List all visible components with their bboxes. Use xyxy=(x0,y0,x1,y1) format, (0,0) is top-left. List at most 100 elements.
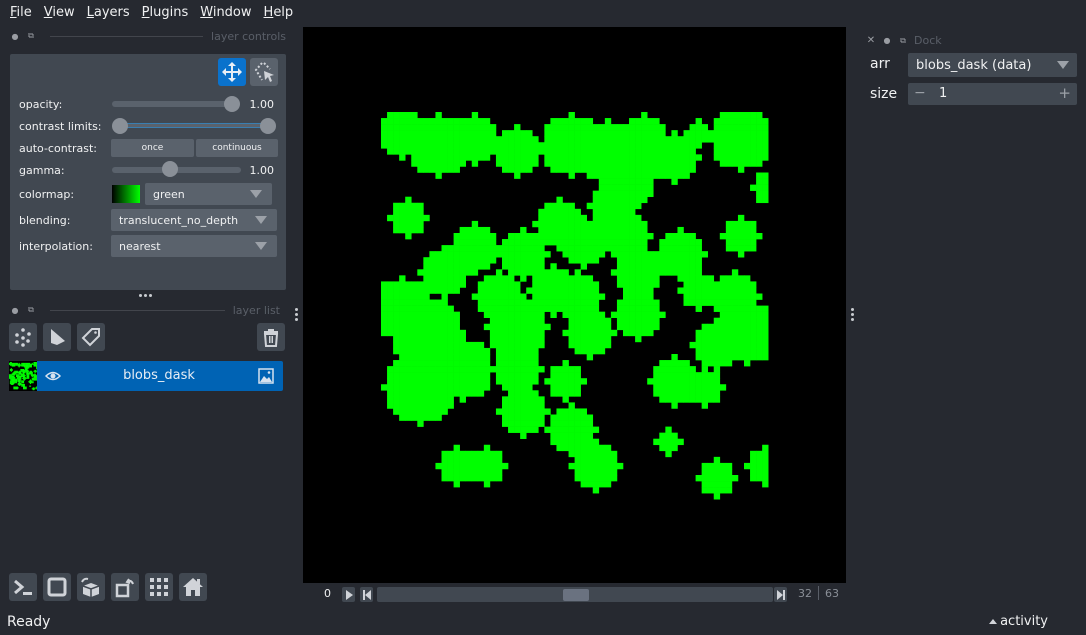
grid-view-button[interactable] xyxy=(145,573,173,601)
step-forward-button[interactable] xyxy=(774,587,787,602)
blob-pixel xyxy=(477,354,485,361)
blob-pixel xyxy=(441,166,448,173)
blob-pixel xyxy=(719,341,727,349)
blob-pixel xyxy=(574,311,581,318)
blob-pixel xyxy=(756,341,763,349)
blob-pixel xyxy=(635,281,642,288)
menu-help[interactable]: Help xyxy=(258,5,300,20)
blob-pixel xyxy=(502,366,509,373)
blob-pixel xyxy=(592,450,600,458)
blob-pixel xyxy=(671,130,678,137)
blob-pixel xyxy=(568,233,575,240)
interpolation-dropdown[interactable]: nearest xyxy=(111,235,277,257)
blob-pixel xyxy=(659,136,666,143)
blob-pixel xyxy=(532,378,539,385)
blob-pixel xyxy=(393,124,400,131)
transpose-button[interactable] xyxy=(111,573,139,601)
increment-button[interactable]: + xyxy=(1058,84,1071,102)
size-spinbox[interactable]: − 1 + xyxy=(908,83,1077,105)
dims-current-value[interactable]: 32 xyxy=(798,587,812,600)
blob-pixel xyxy=(616,245,624,252)
float-panel-icon[interactable]: ● xyxy=(882,36,892,46)
blob-pixel xyxy=(671,372,678,379)
float-panel-icon[interactable]: ● xyxy=(10,31,20,41)
blob-pixel xyxy=(556,166,563,173)
blob-pixel xyxy=(441,287,448,294)
gamma-slider-handle[interactable] xyxy=(162,161,178,177)
layer-name[interactable]: blobs_dask xyxy=(79,368,239,383)
decrement-button[interactable]: − xyxy=(914,85,926,101)
layer-row-blobs-dask[interactable]: blobs_dask xyxy=(9,361,283,391)
blob-pixel xyxy=(508,420,515,427)
roll-dims-button[interactable] xyxy=(77,573,105,601)
menu-window[interactable]: Window xyxy=(194,5,257,20)
blob-pixel xyxy=(417,329,424,337)
blob-pixel xyxy=(544,226,551,234)
blob-pixel xyxy=(653,269,660,276)
blob-pixel xyxy=(719,487,727,494)
menu-view[interactable]: View xyxy=(38,5,81,20)
size-value[interactable]: 1 xyxy=(939,86,947,101)
undock-icon[interactable]: ⧉ xyxy=(26,31,36,41)
toggle-ndisplay-button[interactable] xyxy=(43,573,71,601)
pan-zoom-button[interactable] xyxy=(218,58,246,86)
blob-pixel xyxy=(435,257,442,264)
close-icon[interactable]: ✕ xyxy=(866,35,876,46)
blob-pixel xyxy=(532,233,539,240)
delete-layer-button[interactable] xyxy=(257,323,285,351)
menu-layers[interactable]: Layers xyxy=(81,5,136,20)
float-panel-icon[interactable]: ● xyxy=(10,305,20,315)
blob-pixel xyxy=(604,154,612,161)
colormap-dropdown[interactable]: green xyxy=(145,183,272,205)
blob-pixel xyxy=(616,323,624,331)
home-button[interactable] xyxy=(179,573,207,601)
dims-slider-track[interactable] xyxy=(377,587,773,602)
blob-pixel xyxy=(508,378,515,385)
blob-pixel xyxy=(544,130,551,137)
blob-pixel xyxy=(417,378,424,385)
blob-pixel xyxy=(586,329,594,337)
new-shapes-layer-button[interactable] xyxy=(43,323,71,351)
panel-splitter-handle[interactable] xyxy=(139,294,152,297)
play-button[interactable] xyxy=(342,587,355,602)
blob-pixel xyxy=(405,311,412,318)
activity-button[interactable]: activity xyxy=(989,614,1048,629)
arr-dropdown[interactable]: blobs_dask (data) xyxy=(908,53,1077,77)
blob-pixel xyxy=(562,166,569,173)
undock-icon[interactable]: ⧉ xyxy=(898,36,908,46)
undock-icon[interactable]: ⧉ xyxy=(26,305,36,315)
new-labels-layer-button[interactable] xyxy=(77,323,105,351)
menu-file[interactable]: File xyxy=(4,5,38,20)
contrast-min-handle[interactable] xyxy=(112,118,128,134)
viewer-canvas[interactable] xyxy=(303,27,846,583)
blob-pixel xyxy=(405,220,412,228)
blob-pixel xyxy=(719,112,727,119)
blob-pixel xyxy=(483,118,491,125)
menu-plugins[interactable]: Plugins xyxy=(136,5,195,20)
opacity-slider[interactable] xyxy=(112,101,234,107)
blob-pixel xyxy=(683,251,690,258)
blob-pixel xyxy=(520,378,527,385)
auto-contrast-continuous-button[interactable]: continuous xyxy=(196,139,278,157)
blob-pixel xyxy=(544,160,551,167)
blob-pixel xyxy=(629,130,636,137)
blob-pixel xyxy=(707,487,715,494)
contrast-max-handle[interactable] xyxy=(260,118,276,134)
blob-pixel xyxy=(629,226,636,234)
step-back-button[interactable] xyxy=(360,587,373,602)
console-button[interactable] xyxy=(9,573,37,601)
blending-dropdown[interactable]: translucent_no_depth xyxy=(111,209,277,231)
blob-pixel xyxy=(441,124,448,131)
dims-slider-thumb[interactable] xyxy=(563,589,589,601)
transform-button[interactable] xyxy=(250,58,278,86)
new-points-layer-button[interactable] xyxy=(9,323,37,351)
contrast-limits-slider[interactable] xyxy=(114,123,270,128)
right-dock-splitter-handle[interactable] xyxy=(851,308,854,321)
visibility-toggle[interactable] xyxy=(44,368,62,388)
blob-pixel xyxy=(562,432,569,439)
auto-contrast-once-button[interactable]: once xyxy=(111,139,194,157)
blob-pixel xyxy=(423,323,430,331)
blob-pixel xyxy=(568,372,575,379)
left-dock-splitter-handle[interactable] xyxy=(295,308,298,321)
blob-pixel xyxy=(435,136,442,143)
